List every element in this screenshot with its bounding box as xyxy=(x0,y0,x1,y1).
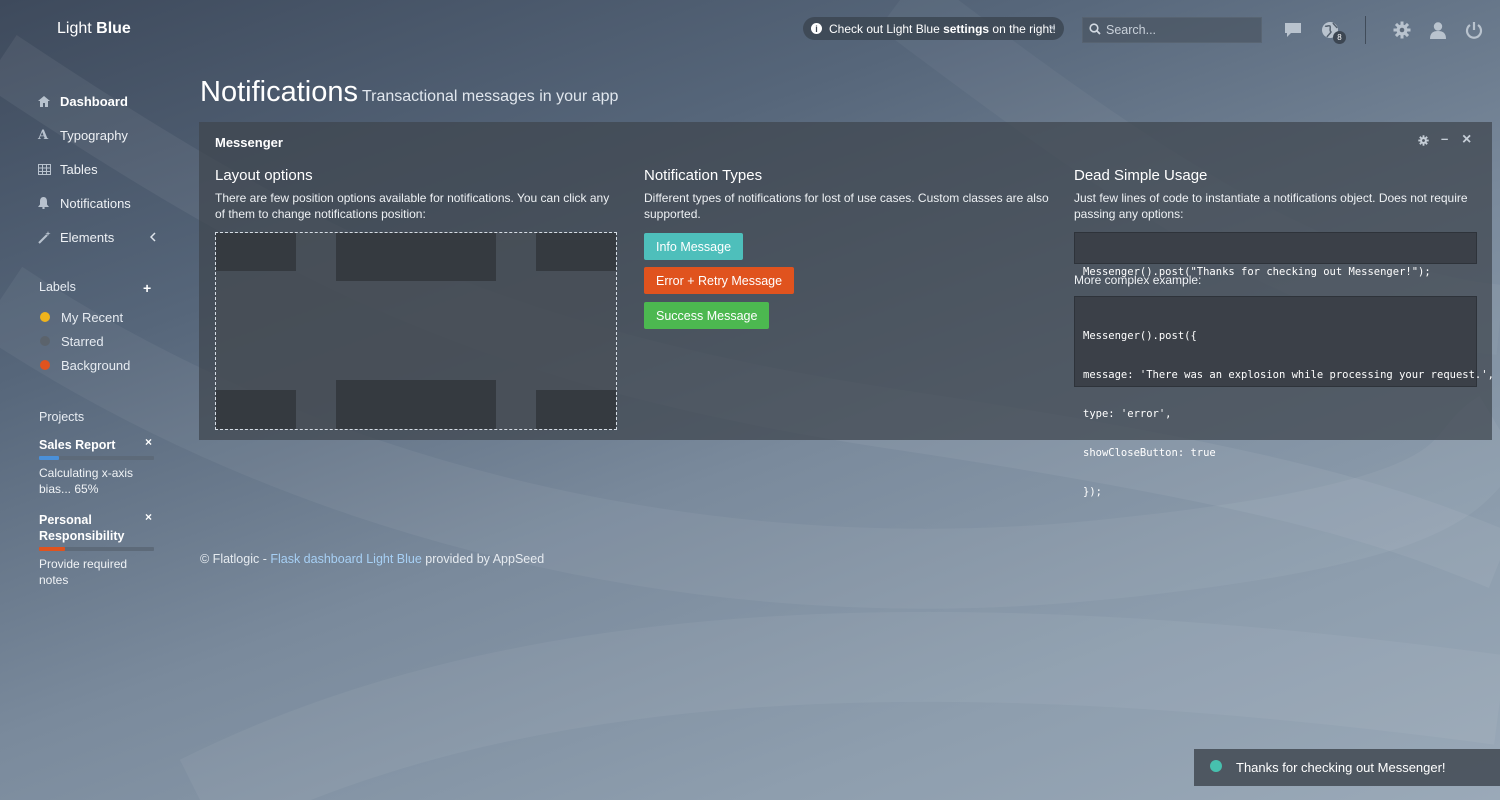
section-text: There are few position options available… xyxy=(215,191,610,221)
label-dot xyxy=(40,336,50,346)
label-item-my-recent[interactable]: My Recent xyxy=(40,305,130,329)
project-sales-report[interactable]: Sales Report × Calculating x-axis bias..… xyxy=(39,435,154,497)
messenger-widget: Messenger – × Layout options There are f… xyxy=(199,122,1494,498)
success-message-button[interactable]: Success Message xyxy=(644,302,770,329)
sidebar-nav: Dashboard A Typography Tables Notificati… xyxy=(38,84,168,254)
close-icon[interactable]: × xyxy=(1048,20,1056,35)
project-personal-responsibility[interactable]: Personal Responsibility × Provide requir… xyxy=(39,510,154,588)
table-icon xyxy=(38,163,60,175)
complex-example-label: More complex example: xyxy=(1074,273,1202,287)
project-description: Calculating x-axis bias... 65% xyxy=(39,466,134,496)
position-bottom-left[interactable] xyxy=(216,390,296,429)
notification-types-section: Notification Types Different types of no… xyxy=(644,167,1054,222)
project-progress-fill xyxy=(39,456,59,460)
label-dot xyxy=(40,360,50,370)
section-text: Just few lines of code to instantiate a … xyxy=(1074,191,1468,221)
gear-icon[interactable] xyxy=(1418,134,1429,149)
sidebar-item-dashboard[interactable]: Dashboard xyxy=(38,84,168,118)
error-retry-message-button[interactable]: Error + Retry Message xyxy=(644,267,795,294)
close-icon[interactable]: × xyxy=(145,435,152,449)
page-subtitle: Transactional messages in your app xyxy=(361,88,619,105)
project-name: Personal Responsibility xyxy=(39,513,125,543)
position-bottom-center[interactable] xyxy=(336,380,496,429)
section-heading: Notification Types xyxy=(644,167,763,184)
code-block-simple: Messenger().post("Thanks for checking ou… xyxy=(1074,232,1477,278)
search-icon xyxy=(1089,22,1101,38)
position-top-center[interactable] xyxy=(336,233,496,281)
project-name: Sales Report xyxy=(39,438,116,452)
project-description: Provide required notes xyxy=(39,557,128,587)
close-icon[interactable]: × xyxy=(145,510,152,524)
layout-options-section: Layout options There are few position op… xyxy=(215,167,620,222)
info-icon: i xyxy=(811,23,822,34)
info-status-icon xyxy=(1210,759,1222,772)
search-box xyxy=(1082,17,1262,43)
project-progress-fill xyxy=(39,547,66,551)
sidebar-item-typography[interactable]: A Typography xyxy=(38,118,168,152)
info-message-button[interactable]: Info Message xyxy=(644,233,744,260)
chevron-left-icon xyxy=(149,230,156,245)
minimize-icon[interactable]: – xyxy=(1441,131,1448,146)
usage-section: Dead Simple Usage Just few lines of code… xyxy=(1074,167,1479,222)
user-icon[interactable] xyxy=(1428,20,1448,40)
projects-title: Projects xyxy=(39,410,85,424)
label-item-starred[interactable]: Starred xyxy=(40,329,130,353)
gear-icon[interactable] xyxy=(1392,20,1412,40)
toast-text: Thanks for checking out Messenger! xyxy=(1236,760,1446,775)
typography-icon: A xyxy=(38,127,49,143)
widget-title: Messenger xyxy=(215,135,283,150)
sidebar-item-elements[interactable]: Elements xyxy=(38,220,168,254)
footer-link[interactable]: Flask dashboard Light Blue xyxy=(270,552,421,566)
section-text: Different types of notifications for los… xyxy=(644,191,1049,221)
project-progress-bar xyxy=(39,547,154,551)
code-block-complex: Messenger().post({ message: 'There was a… xyxy=(1074,296,1494,498)
position-top-left[interactable] xyxy=(216,233,296,271)
position-top-right[interactable] xyxy=(536,233,616,271)
page-title: Notifications Transactional messages in y… xyxy=(200,76,619,108)
power-icon[interactable] xyxy=(1464,20,1484,40)
home-icon xyxy=(38,95,60,107)
footer: © Flatlogic - Flask dashboard Light Blue… xyxy=(200,552,545,566)
search-input[interactable] xyxy=(1106,23,1256,37)
sidebar-item-tables[interactable]: Tables xyxy=(38,152,168,186)
settings-alert: i Check out Light Blue settings on the r… xyxy=(803,17,1064,40)
magic-wand-icon xyxy=(38,230,60,244)
notification-badge: 8 xyxy=(1333,31,1346,44)
project-progress-bar xyxy=(39,456,154,460)
divider xyxy=(1365,16,1366,44)
section-heading: Dead Simple Usage xyxy=(1074,167,1208,184)
labels-title: Labels xyxy=(39,280,76,294)
add-label-button[interactable]: + xyxy=(143,280,151,296)
sidebar-item-notifications[interactable]: Notifications xyxy=(38,186,168,220)
label-item-background[interactable]: Background xyxy=(40,353,130,377)
bell-icon xyxy=(38,197,60,209)
labels-list: My Recent Starred Background xyxy=(40,305,130,377)
position-bottom-right[interactable] xyxy=(536,390,616,429)
messenger-toast[interactable]: Thanks for checking out Messenger! xyxy=(1194,749,1500,786)
label-dot xyxy=(40,312,50,322)
chat-icon[interactable] xyxy=(1283,20,1303,40)
position-selector xyxy=(215,232,617,430)
close-icon[interactable]: × xyxy=(1462,131,1471,149)
brand-logo[interactable]: Light Blue xyxy=(57,20,131,38)
section-heading: Layout options xyxy=(215,167,313,184)
